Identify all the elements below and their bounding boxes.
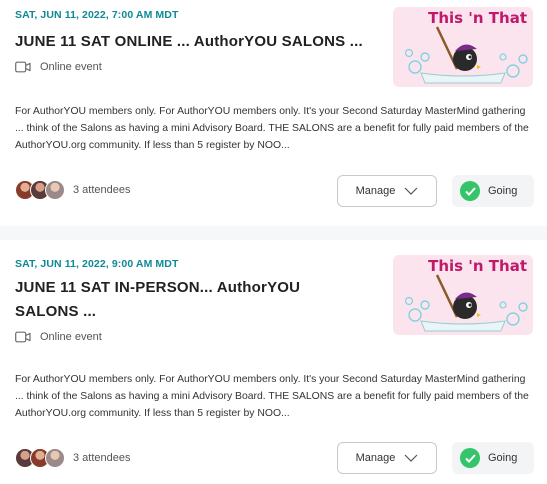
event-image[interactable]: This 'n That bbox=[393, 7, 533, 87]
chevron-down-icon bbox=[404, 187, 418, 195]
event-location-label: Online event bbox=[40, 61, 102, 73]
attendee-count: 3 attendees bbox=[73, 184, 131, 196]
check-circle-icon bbox=[460, 181, 480, 201]
avatar bbox=[45, 180, 65, 200]
event-location: Online event bbox=[15, 331, 102, 343]
rsvp-status-label: Going bbox=[488, 452, 518, 464]
attendee-avatars bbox=[15, 448, 65, 468]
event-card[interactable]: SAT, JUN 11, 2022, 9:00 AM MDT JUNE 11 S… bbox=[0, 240, 547, 484]
event-card[interactable]: SAT, JUN 11, 2022, 7:00 AM MDT JUNE 11 S… bbox=[0, 0, 547, 226]
event-title[interactable]: JUNE 11 SAT ONLINE ... AuthorYOU SALONS … bbox=[15, 30, 385, 54]
event-image-caption: This 'n That bbox=[428, 257, 527, 275]
event-date: SAT, JUN 11, 2022, 7:00 AM MDT bbox=[15, 9, 179, 21]
manage-button-label: Manage bbox=[355, 185, 396, 197]
video-camera-icon bbox=[15, 61, 31, 73]
chevron-down-icon bbox=[404, 454, 418, 462]
rsvp-status[interactable]: Going bbox=[452, 175, 534, 207]
attendees[interactable]: 3 attendees bbox=[15, 180, 131, 200]
attendee-count: 3 attendees bbox=[73, 452, 131, 464]
event-date: SAT, JUN 11, 2022, 9:00 AM MDT bbox=[15, 258, 179, 270]
manage-button[interactable]: Manage bbox=[337, 442, 437, 474]
manage-button[interactable]: Manage bbox=[337, 175, 437, 207]
rsvp-status[interactable]: Going bbox=[452, 442, 534, 474]
attendee-avatars bbox=[15, 180, 65, 200]
event-location-label: Online event bbox=[40, 331, 102, 343]
event-description: For AuthorYOU members only. For AuthorYO… bbox=[15, 374, 529, 419]
rsvp-status-label: Going bbox=[488, 185, 518, 197]
event-image-caption: This 'n That bbox=[428, 9, 527, 27]
video-camera-icon bbox=[15, 331, 31, 343]
manage-button-label: Manage bbox=[355, 452, 396, 464]
event-image[interactable]: This 'n That bbox=[393, 255, 533, 335]
event-description: For AuthorYOU members only. For AuthorYO… bbox=[15, 106, 529, 151]
event-title[interactable]: JUNE 11 SAT IN-PERSON... AuthorYOU SALON… bbox=[15, 276, 335, 324]
attendees[interactable]: 3 attendees bbox=[15, 448, 131, 468]
event-location: Online event bbox=[15, 61, 102, 73]
avatar bbox=[45, 448, 65, 468]
check-circle-icon bbox=[460, 448, 480, 468]
